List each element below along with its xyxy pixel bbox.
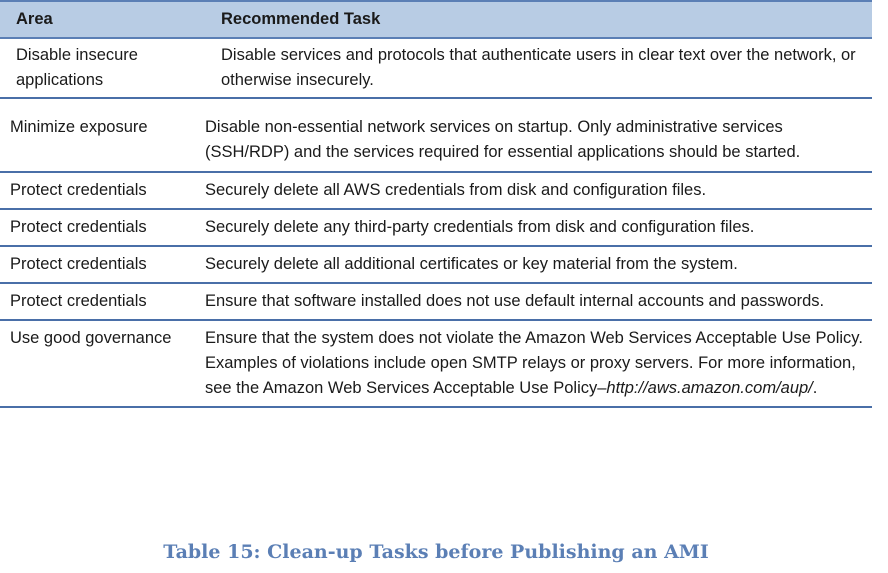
table-row: Protect credentials Securely delete all …	[0, 246, 872, 284]
row-area: Protect credentials	[10, 255, 147, 273]
header-area: Area	[0, 0, 205, 39]
row-task: Disable services and protocols that auth…	[221, 46, 856, 89]
table-header-row: Area Recommended Task	[0, 0, 872, 39]
row-task: Ensure that software installed does not …	[205, 292, 825, 310]
cleanup-tasks-table: Area Recommended Task Disable insecure a…	[0, 0, 872, 408]
row-task: Ensure that the system does not violate …	[205, 321, 872, 406]
header-recommended-task: Recommended Task	[205, 0, 872, 39]
table-row: Protect credentials Securely delete all …	[0, 172, 872, 210]
aup-link[interactable]: http://aws.amazon.com/aup/	[606, 379, 812, 397]
row-area: Protect credentials	[10, 181, 147, 199]
table-row: Use good governance Ensure that the syst…	[0, 320, 872, 408]
table-caption: Table 15: Clean-up Tasks before Publishi…	[163, 541, 709, 563]
row-task: Securely delete any third-party credenti…	[205, 218, 755, 236]
row-task: Securely delete all AWS credentials from…	[205, 181, 707, 199]
row-area: Minimize exposure	[10, 118, 148, 136]
table-row: Protect credentials Ensure that software…	[0, 283, 872, 321]
table-row: Protect credentials Securely delete any …	[0, 209, 872, 247]
header-task-label: Recommended Task	[221, 10, 381, 28]
row-area: Use good governance	[10, 329, 172, 347]
table-row: Minimize exposure Disable non-essential …	[0, 97, 872, 173]
row-task: Disable non-essential network services o…	[205, 118, 801, 161]
header-area-label: Area	[16, 10, 53, 28]
row-task: Securely delete all additional certifica…	[205, 255, 738, 273]
row-task-end: .	[812, 379, 818, 397]
table-row: Disable insecure applications Disable se…	[0, 38, 872, 99]
row-area: Protect credentials	[10, 218, 147, 236]
row-area: Protect credentials	[10, 292, 147, 310]
row-area: Disable insecure applications	[16, 46, 138, 89]
cleanup-tasks-table-container: Area Recommended Task Disable insecure a…	[0, 0, 872, 408]
